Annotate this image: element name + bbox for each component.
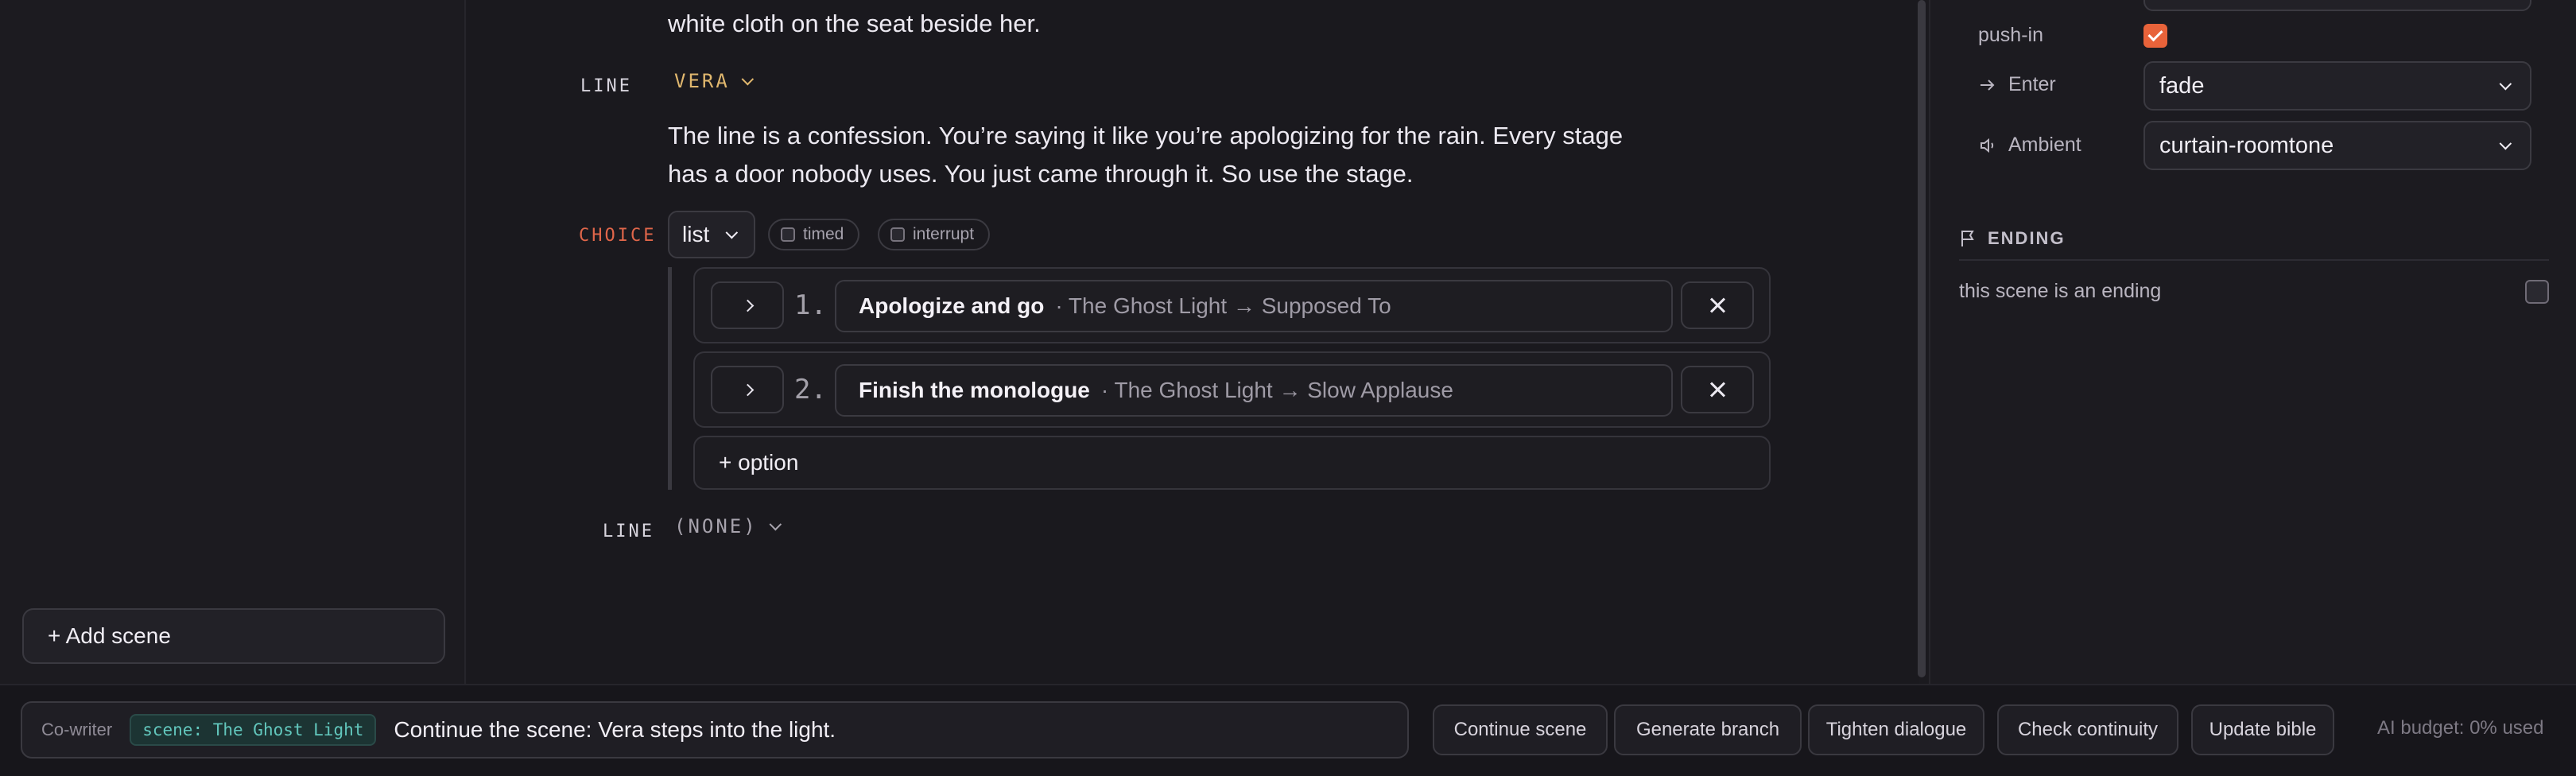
close-icon [1709, 297, 1725, 313]
add-scene-button[interactable]: + Add scene [22, 608, 445, 664]
flag-icon [1961, 231, 1974, 246]
timed-toggle[interactable]: timed [768, 219, 860, 250]
option-text-field[interactable]: Finish the monologue · The Ghost Light →… [835, 364, 1673, 417]
push-in-label: push-in [1978, 24, 2043, 46]
chevron-down-icon [2499, 137, 2512, 150]
line-tag: LINE [580, 76, 632, 96]
enter-value: fade [2159, 72, 2205, 99]
interrupt-checkbox[interactable] [890, 227, 905, 242]
check-continuity-button[interactable]: Check continuity [1997, 704, 2178, 755]
editor-scrollbar[interactable] [1918, 0, 1926, 677]
choice-mode-select[interactable]: list [668, 211, 755, 258]
cowriter-label: Co-writer [41, 720, 113, 739]
property-select-top[interactable] [2143, 0, 2531, 11]
choice-tag: CHOICE [579, 226, 657, 246]
cowriter-prompt[interactable]: Co-writer scene: The Ghost Light Continu… [21, 701, 1409, 759]
section-divider [1959, 259, 2549, 261]
ambient-label-row: Ambient [1978, 134, 2081, 157]
chevron-right-icon [741, 299, 754, 312]
option-target: · The Ghost Light → Supposed To [1055, 293, 1391, 318]
chevron-down-icon [2499, 77, 2512, 91]
option-number: 2. [794, 374, 827, 405]
line-text-row-1: The line is a confession. You’re saying … [668, 122, 1624, 149]
check-icon [2147, 25, 2163, 41]
choice-group-bar [668, 267, 672, 490]
close-icon [1709, 382, 1725, 398]
line-text[interactable]: The line is a confession. You’re saying … [668, 117, 1686, 193]
choice-mode-value: list [682, 222, 710, 246]
add-option-button[interactable]: + option [693, 436, 1771, 490]
update-bible-button[interactable]: Update bible [2191, 704, 2334, 755]
enter-transition-select[interactable]: fade [2143, 61, 2531, 111]
expand-option-button[interactable] [711, 281, 784, 329]
remove-option-button[interactable] [1681, 281, 1754, 329]
remove-option-button[interactable] [1681, 366, 1754, 413]
speaker-icon [1980, 138, 1994, 153]
speaker-select-vera[interactable]: VERA [674, 70, 754, 92]
tighten-dialogue-button[interactable]: Tighten dialogue [1808, 704, 1984, 755]
timed-checkbox[interactable] [781, 227, 795, 242]
speaker-name: VERA [674, 70, 730, 92]
chevron-right-icon [741, 383, 754, 396]
cowriter-input[interactable]: Continue the scene: Vera steps into the … [394, 717, 836, 743]
speaker-select-none[interactable]: (NONE) [674, 515, 782, 537]
line-tag: LINE [603, 522, 654, 541]
line-text-row-2: has a door nobody uses. You just came th… [668, 160, 1414, 188]
ai-budget-status: AI budget: 0% used [2377, 717, 2544, 739]
enter-label: Enter [2008, 73, 2056, 95]
generate-branch-button[interactable]: Generate branch [1614, 704, 1802, 755]
speaker-name: (NONE) [674, 515, 758, 537]
option-text: Finish the monologue [859, 378, 1090, 402]
push-in-checkbox[interactable] [2143, 24, 2167, 48]
ending-heading: ENDING [1988, 228, 2066, 248]
option-text: Apologize and go [859, 293, 1045, 318]
choice-option: 1. Apologize and go · The Ghost Light → … [693, 267, 1771, 343]
previous-line-text[interactable]: white cloth on the seat beside her. [668, 5, 1686, 43]
option-text-field[interactable]: Apologize and go · The Ghost Light → Sup… [835, 280, 1673, 332]
expand-option-button[interactable] [711, 366, 784, 413]
ambient-sound-select[interactable]: curtain-roomtone [2143, 121, 2531, 170]
interrupt-label: interrupt [913, 225, 975, 243]
timed-label: timed [803, 225, 844, 243]
ending-section-heading: ENDING [1959, 228, 2066, 249]
chevron-down-icon [725, 226, 739, 239]
continue-scene-button[interactable]: Continue scene [1433, 704, 1608, 755]
interrupt-toggle[interactable]: interrupt [878, 219, 991, 250]
ambient-label: Ambient [2008, 134, 2081, 156]
scene-sidebar [0, 0, 466, 684]
choice-option: 2. Finish the monologue · The Ghost Ligh… [693, 351, 1771, 428]
ambient-value: curtain-roomtone [2159, 132, 2334, 158]
arrow-right-icon [1980, 79, 1995, 91]
scene-context-chip[interactable]: scene: The Ghost Light [130, 714, 377, 746]
enter-label-row: Enter [1978, 73, 2056, 96]
option-number: 1. [794, 289, 827, 321]
ending-label: this scene is an ending [1959, 280, 2162, 302]
option-target: · The Ghost Light → Slow Applause [1100, 378, 1453, 402]
ending-checkbox[interactable] [2525, 280, 2549, 304]
